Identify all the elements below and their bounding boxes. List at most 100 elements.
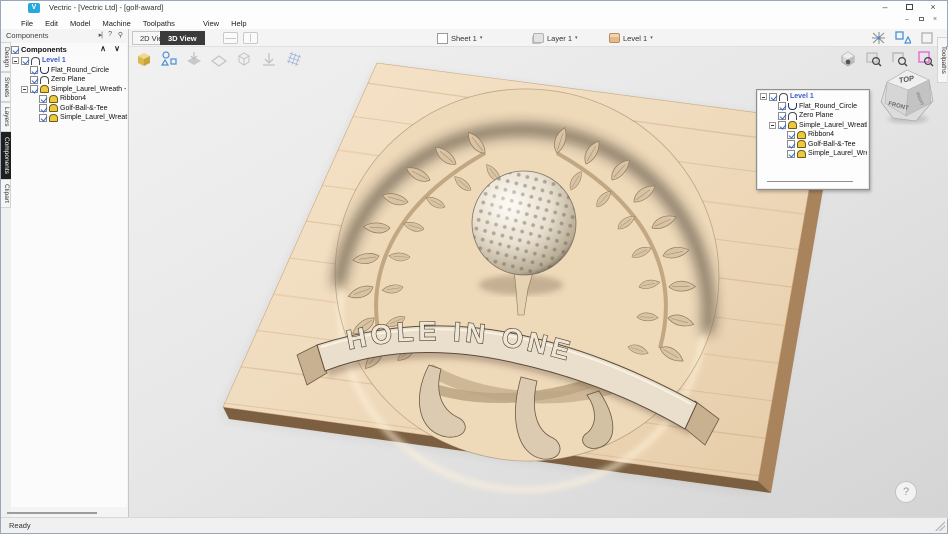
view-orientation-cube[interactable]: TOP FRONT RIGHT <box>877 67 935 127</box>
zoom-selection-icon[interactable] <box>917 50 935 68</box>
horizontal-scrollbar[interactable] <box>7 512 97 514</box>
panel-help-icon[interactable]: ? <box>108 31 112 38</box>
mdi-close-button[interactable]: × <box>929 16 941 24</box>
components-master-label: Components <box>21 45 67 54</box>
component-checkbox[interactable] <box>787 150 795 158</box>
component-checkbox[interactable] <box>778 102 786 110</box>
level-icon <box>609 33 620 43</box>
component-checkbox[interactable] <box>30 76 38 84</box>
drop-arrow-icon[interactable] <box>260 50 278 68</box>
component-label: Ribbon4 <box>808 131 834 138</box>
pin-icon[interactable]: ⚲ <box>118 31 123 39</box>
zoom-box-icon[interactable] <box>891 50 909 68</box>
split-vertical-icon[interactable] <box>243 32 258 44</box>
component-tree-item[interactable]: Simple_Laurel_Wreath - Gro <box>11 85 127 95</box>
vectric-app-icon: V <box>28 3 40 13</box>
component-tree-item[interactable]: Simple_Laurel_Wreath <box>11 113 127 123</box>
split-horizontal-icon[interactable] <box>223 32 238 44</box>
grid-snap-icon[interactable] <box>919 31 935 45</box>
component-checkbox[interactable] <box>30 66 38 74</box>
component-tree-item[interactable]: Golf-Ball-&-Tee <box>759 140 867 150</box>
mesh-icon[interactable] <box>285 50 303 68</box>
component-checkbox[interactable] <box>769 93 777 101</box>
minimize-button[interactable]: – <box>875 1 895 13</box>
tab-layers[interactable]: Layers <box>1 102 11 132</box>
component-icon <box>31 57 40 65</box>
3d-view-canvas[interactable]: HOLE IN ONE <box>129 47 948 519</box>
mdi-minimize-button[interactable]: – <box>901 16 913 24</box>
geometry-snap-icon[interactable] <box>895 31 911 45</box>
component-tree-item[interactable]: Simple_Laurel_Wreath - C <box>759 121 867 131</box>
component-checkbox[interactable] <box>778 121 786 129</box>
component-icon <box>40 85 49 93</box>
components-master-checkbox[interactable] <box>11 46 19 54</box>
main-toolbar: 2D View 3D View Sheet 1 ▾ Layer 1 ▾ Leve… <box>129 29 947 47</box>
layer-dropdown-label: Layer 1 <box>547 34 572 43</box>
snap-settings-icon[interactable] <box>871 31 887 45</box>
shading-sphere-icon[interactable] <box>839 50 857 68</box>
component-checkbox[interactable] <box>30 85 38 93</box>
help-button[interactable]: ? <box>895 481 917 503</box>
component-tree-item[interactable]: Zero Plane <box>759 111 867 121</box>
sheet-icon <box>437 33 448 44</box>
component-icon <box>788 103 797 110</box>
component-tree-item[interactable]: Flat_Round_Circle <box>759 102 867 112</box>
mdi-restore-button[interactable] <box>915 16 927 24</box>
component-checkbox[interactable] <box>39 114 47 122</box>
tab-toolpaths[interactable]: Toolpaths <box>937 37 947 83</box>
component-checkbox[interactable] <box>778 112 786 120</box>
component-label: Golf-Ball-&-Tee <box>60 105 107 112</box>
component-tree-item[interactable]: Flat_Round_Circle <box>11 66 127 76</box>
tab-clipart[interactable]: Clipart <box>1 179 11 208</box>
collapse-expand-icons[interactable]: ∧ ∨ <box>100 44 123 53</box>
sheet-dropdown-label: Sheet 1 <box>451 34 477 43</box>
level-dropdown[interactable]: Level 1 ▾ <box>609 31 653 45</box>
sheet-dropdown[interactable]: Sheet 1 ▾ <box>437 31 482 45</box>
component-checkbox[interactable] <box>21 57 29 65</box>
tab-3d-view[interactable]: 3D View <box>160 31 205 45</box>
component-tree-item[interactable]: Level 1 <box>11 56 127 66</box>
component-icon <box>788 112 797 120</box>
undock-icon[interactable]: ▸| <box>99 31 102 39</box>
component-tree-item[interactable]: Golf-Ball-&-Tee <box>11 104 127 114</box>
tree-expander-icon[interactable] <box>760 93 767 100</box>
status-text: Ready <box>9 521 31 530</box>
component-tree-item[interactable]: Ribbon4 <box>11 94 127 104</box>
tab-sheets[interactable]: Sheets <box>1 72 11 102</box>
maximize-button[interactable] <box>899 1 919 13</box>
floating-component-tree[interactable]: Level 1 Flat_Round_Circle Zero Plane Sim… <box>756 89 870 190</box>
close-button[interactable]: × <box>923 1 943 13</box>
component-tree-item[interactable]: Ribbon4 <box>759 130 867 140</box>
component-checkbox[interactable] <box>39 95 47 103</box>
vector-nodes-icon[interactable] <box>160 50 178 68</box>
plane-icon[interactable] <box>210 50 228 68</box>
component-checkbox[interactable] <box>787 140 795 148</box>
components-master-row[interactable]: Components ∧ ∨ <box>11 43 127 56</box>
component-label: Zero Plane <box>51 76 85 83</box>
tab-design[interactable]: Design <box>1 42 11 72</box>
component-icon <box>788 121 797 129</box>
component-tree-item[interactable]: Simple_Laurel_Wreath <box>759 149 867 159</box>
wireframe-box-icon[interactable] <box>235 50 253 68</box>
chevron-down-icon: ▾ <box>480 35 483 41</box>
tab-components[interactable]: Components <box>1 132 11 179</box>
component-label: Simple_Laurel_Wreath - C <box>799 122 867 129</box>
component-icon <box>779 93 788 101</box>
component-tree-item[interactable]: Zero Plane <box>11 75 127 85</box>
overlay-scrollbar[interactable] <box>767 181 853 183</box>
tree-expander-icon[interactable] <box>12 57 19 64</box>
side-tab-strip: Design Sheets Layers Components Clipart <box>1 42 11 517</box>
plane-arrow-icon[interactable] <box>185 50 203 68</box>
tree-expander-icon[interactable] <box>21 86 28 93</box>
component-checkbox[interactable] <box>787 131 795 139</box>
component-label: Simple_Laurel_Wreath <box>808 150 867 157</box>
layer-dropdown[interactable]: Layer 1 ▾ <box>533 31 578 45</box>
component-tree-item[interactable]: Level 1 <box>759 92 867 102</box>
material-block-icon[interactable] <box>135 50 153 68</box>
component-checkbox[interactable] <box>39 104 47 112</box>
maximize-icon <box>906 4 913 10</box>
tree-expander-icon[interactable] <box>769 122 776 129</box>
component-label: Golf-Ball-&-Tee <box>808 141 855 148</box>
resize-grip[interactable] <box>935 521 945 531</box>
zoom-scale-icon[interactable] <box>865 50 883 68</box>
